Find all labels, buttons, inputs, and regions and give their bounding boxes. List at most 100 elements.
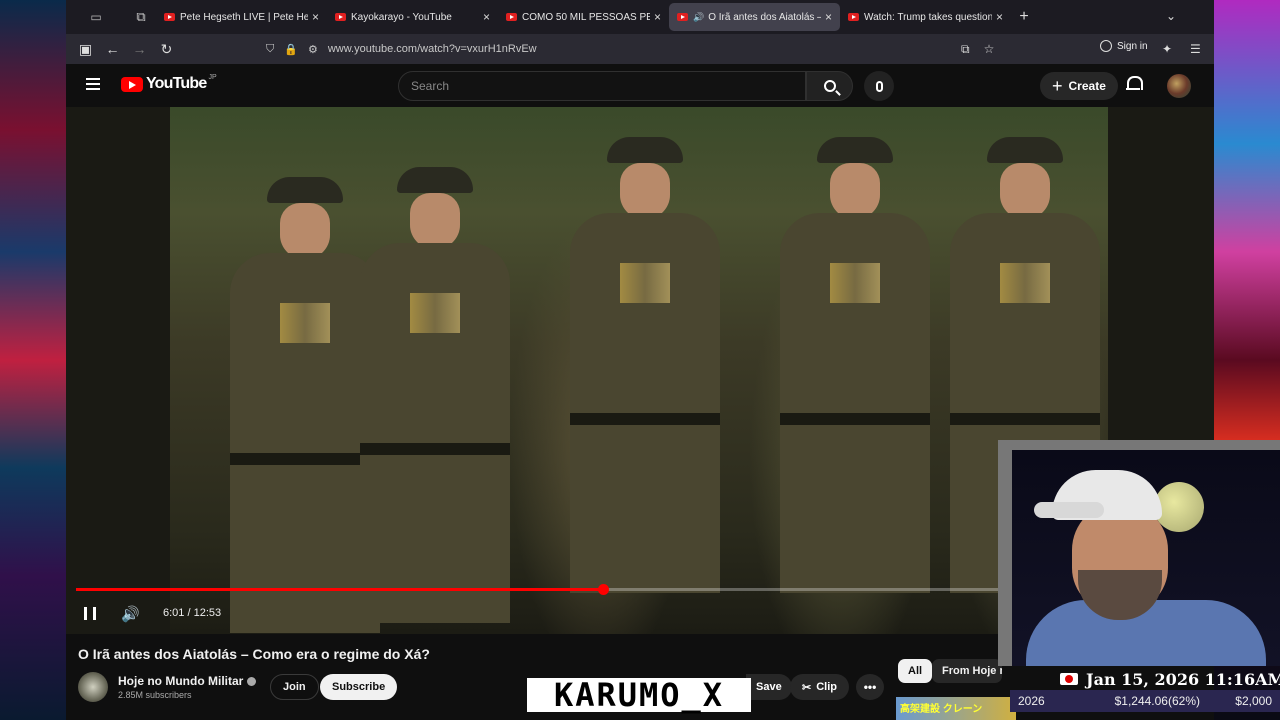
video-figure	[780, 137, 930, 593]
verified-icon	[247, 677, 257, 686]
chevron-down-icon[interactable]: ⌄	[1166, 9, 1176, 23]
create-button[interactable]: + Create	[1040, 72, 1118, 100]
ticker-value: $1,244.06(62%)	[1114, 694, 1200, 708]
progress-scrubber[interactable]	[597, 584, 609, 595]
tab-bar: ▭ ⧉ Pete Hegseth LIVE | Pete Hegse × Kay…	[66, 0, 1214, 34]
tab-3-active[interactable]: 🔊 O Irã antes dos Aiatolás – C ×	[669, 3, 840, 31]
video-figure	[230, 177, 380, 633]
youtube-favicon-icon	[164, 13, 175, 21]
youtube-favicon-icon	[335, 13, 346, 21]
bookmark-star-icon[interactable]: ☆	[984, 42, 995, 57]
tab-title: COMO 50 MIL PESSOAS PERDE	[522, 11, 650, 23]
streamer-cap-brim	[1034, 502, 1104, 518]
tab-title: Kayokarayo - YouTube	[351, 11, 452, 23]
japan-flag-icon	[1060, 673, 1078, 685]
sign-in-label: Sign in	[1117, 40, 1148, 52]
tab-4[interactable]: Watch: Trump takes questions, ×	[840, 3, 1011, 31]
search-icon	[823, 80, 836, 92]
tab-title: Watch: Trump takes questions,	[864, 11, 992, 23]
picture-in-picture-icon[interactable]: ⧉	[961, 42, 970, 57]
neon-background-left	[0, 0, 66, 720]
search-input[interactable]	[411, 79, 805, 93]
url-text: www.youtube.com/watch?v=vxurH1nRvEw	[327, 43, 537, 55]
sidebar-icon[interactable]: ▣	[72, 34, 99, 64]
create-label: Create	[1068, 79, 1106, 93]
account-icon	[1100, 40, 1112, 52]
tab-2[interactable]: COMO 50 MIL PESSOAS PERDE ×	[498, 3, 669, 31]
back-icon[interactable]: ←	[99, 34, 126, 64]
channel-avatar[interactable]	[78, 672, 108, 702]
hamburger-menu-icon[interactable]	[86, 78, 100, 90]
reload-icon[interactable]: ↻	[153, 34, 180, 64]
ticker-year: 2026	[1018, 694, 1045, 708]
related-video-thumbnail[interactable]: 高架建設 クレーン	[896, 697, 1016, 720]
close-icon[interactable]: ×	[825, 10, 832, 24]
youtube-logo[interactable]: YouTube JP	[121, 73, 217, 93]
menu-icon[interactable]: ☰	[1190, 42, 1201, 56]
datetime-text: Jan 15, 2026 11:16AM	[1086, 669, 1280, 689]
chip-all[interactable]: All	[898, 659, 933, 683]
webcam-feed	[1012, 450, 1280, 666]
new-tab-icon[interactable]: +	[1011, 8, 1037, 26]
channel-name-text: Hoje no Mundo Militar	[118, 674, 244, 688]
tab-1[interactable]: Kayokarayo - YouTube ×	[327, 3, 498, 31]
video-title: O Irã antes dos Aiatolás – Como era o re…	[78, 646, 430, 662]
video-figure	[570, 137, 720, 593]
tab-0[interactable]: Pete Hegseth LIVE | Pete Hegse ×	[156, 3, 327, 31]
url-bar[interactable]: ⛉ 🔒 ⚙ www.youtube.com/watch?v=vxurH1nRvE…	[266, 38, 956, 60]
close-icon[interactable]: ×	[483, 10, 490, 24]
progress-fill	[76, 588, 603, 591]
clip-button[interactable]: ✂ Clip	[790, 674, 849, 700]
screen: ▭ ⧉ Pete Hegseth LIVE | Pete Hegse × Kay…	[0, 0, 1280, 720]
join-button[interactable]: Join	[270, 674, 319, 700]
shield-icon[interactable]: ⛉	[266, 43, 274, 56]
webcam-overlay	[998, 440, 1280, 666]
close-icon[interactable]: ×	[312, 10, 319, 24]
sidebar-toggle-icon[interactable]: ▭	[66, 0, 126, 34]
thumbnail-caption: 高架建設 クレーン	[900, 704, 983, 715]
streamer-tag: KARUMO_X	[527, 678, 751, 712]
subscriber-count: 2.85M subscribers	[118, 690, 192, 700]
sign-in-button[interactable]: Sign in	[1100, 40, 1148, 52]
time-display: 6:01 / 12:53	[163, 607, 222, 619]
scissors-icon: ✂	[802, 681, 812, 694]
channel-name[interactable]: Hoje no Mundo Militar	[118, 674, 257, 688]
donation-ticker: 2026 $1,244.06(62%) $2,000	[1010, 690, 1280, 712]
volume-icon[interactable]: 🔊	[121, 605, 140, 623]
pause-icon[interactable]	[84, 607, 96, 620]
plus-icon: +	[1052, 76, 1063, 96]
youtube-play-icon	[121, 76, 143, 92]
close-icon[interactable]: ×	[654, 10, 661, 24]
youtube-favicon-icon	[677, 13, 688, 21]
tab-title: Pete Hegseth LIVE | Pete Hegse	[180, 11, 308, 23]
permissions-icon[interactable]: ⚙	[308, 43, 318, 56]
extensions-icon[interactable]: ✦	[1162, 42, 1172, 56]
tab-title: O Irã antes dos Aiatolás – C	[708, 11, 821, 23]
more-options-icon[interactable]: •••	[856, 674, 884, 700]
ticker-goal: $2,000	[1235, 694, 1272, 708]
speaker-icon[interactable]: 🔊	[693, 12, 704, 23]
datetime-overlay: Jan 15, 2026 11:16AM	[1010, 668, 1280, 690]
logo-text: YouTube	[146, 75, 207, 92]
clip-label: Clip	[816, 681, 837, 693]
youtube-favicon-icon	[506, 13, 517, 21]
notifications-bell-icon[interactable]	[1126, 76, 1143, 92]
search-button[interactable]	[806, 71, 853, 101]
tab-groups-icon[interactable]: ⧉	[126, 0, 156, 34]
lock-icon[interactable]: 🔒	[284, 43, 298, 56]
chip-from-channel[interactable]: From Hoje no Mundo Militar	[932, 659, 1002, 683]
subscribe-button[interactable]: Subscribe	[320, 674, 398, 700]
youtube-favicon-icon	[848, 13, 859, 21]
logo-region: JP	[208, 73, 217, 81]
search-box	[398, 71, 806, 101]
forward-icon[interactable]: →	[126, 34, 153, 64]
navigation-bar: ▣ ← → ↻ ⛉ 🔒 ⚙ www.youtube.com/watch?v=vx…	[66, 34, 1214, 64]
video-figure	[360, 167, 510, 623]
microphone-icon	[875, 80, 883, 92]
close-icon[interactable]: ×	[996, 10, 1003, 24]
youtube-header: YouTube JP + Create	[66, 64, 1214, 107]
avatar[interactable]	[1167, 74, 1191, 98]
video-frame	[170, 107, 1108, 634]
save-button[interactable]: Save	[746, 674, 792, 700]
voice-search-button[interactable]	[864, 71, 894, 101]
